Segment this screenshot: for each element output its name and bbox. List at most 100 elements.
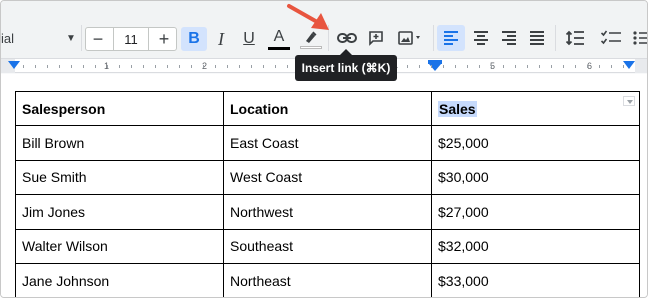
cell-menu-icon[interactable]: [623, 96, 635, 106]
ruler-tick: [191, 65, 192, 68]
ruler-tick: [623, 65, 624, 68]
align-left-button[interactable]: [437, 25, 465, 51]
ruler-tick: [83, 65, 84, 68]
ruler-tick: [575, 65, 576, 68]
checklist-button[interactable]: [597, 25, 625, 51]
insert-image-button[interactable]: [393, 25, 429, 51]
chevron-down-icon[interactable]: ▼: [63, 29, 79, 47]
ruler-tick: [215, 65, 216, 68]
line-spacing-button[interactable]: [561, 25, 589, 51]
ruler-tick: [155, 65, 156, 68]
ruler-tick: [203, 65, 204, 68]
ruler-tick: [59, 65, 60, 68]
table-header-row: Salesperson Location Sales: [15, 90, 640, 127]
ruler-tick: [539, 65, 540, 68]
annotation-arrow-icon: [287, 4, 329, 30]
table-row: Walter Wilson Southeast $32,000: [15, 228, 640, 264]
checklist-icon: [601, 30, 621, 45]
ruler-tick: [407, 65, 408, 68]
align-center-button[interactable]: [467, 25, 495, 51]
ruler-tick: [599, 65, 600, 68]
ruler-tick: [611, 65, 612, 68]
right-indent-marker[interactable]: [623, 61, 635, 69]
ruler-tick: [107, 65, 108, 68]
underline-icon: U: [243, 30, 255, 47]
table-cell[interactable]: West Coast: [223, 159, 432, 196]
font-family-value: ial: [1, 30, 15, 46]
text-color-swatch: [268, 47, 290, 50]
highlight-color-swatch: [300, 46, 322, 49]
selected-text: Sales: [438, 100, 477, 117]
ruler-tick: [47, 65, 48, 68]
table-cell[interactable]: East Coast: [223, 125, 432, 161]
ruler-tick: [467, 65, 468, 68]
table-row: Jim Jones Northwest $27,000: [15, 194, 640, 230]
ruler-tick: [419, 65, 420, 68]
header-cell-selected[interactable]: Sales: [431, 90, 640, 127]
table-cell[interactable]: Northwest: [223, 194, 432, 230]
table-cell[interactable]: Jane Johnson: [15, 262, 224, 297]
align-justify-icon: [530, 31, 544, 45]
add-comment-icon: [369, 31, 383, 46]
left-indent-marker[interactable]: [8, 61, 20, 69]
align-left-icon: [444, 31, 458, 45]
table-cell[interactable]: Northeast: [223, 262, 432, 297]
sales-table[interactable]: Salesperson Location Sales Bill Brown Ea…: [15, 90, 640, 297]
align-justify-button[interactable]: [523, 25, 551, 51]
minus-icon: −: [92, 28, 104, 49]
table-cell[interactable]: $33,000: [431, 262, 640, 297]
ruler-tick: [71, 65, 72, 68]
ruler-tick: [227, 65, 228, 68]
ruler-tick: [23, 65, 24, 68]
table-cell[interactable]: Jim Jones: [15, 194, 224, 230]
align-center-icon: [474, 31, 488, 45]
table-cell[interactable]: Sue Smith: [15, 159, 224, 196]
bold-button[interactable]: B: [181, 27, 207, 51]
table-cell[interactable]: $30,000: [431, 159, 640, 196]
table-cell[interactable]: Southeast: [223, 228, 432, 264]
table-cell[interactable]: $27,000: [431, 194, 640, 230]
ruler-tick: [431, 65, 432, 68]
ruler-tick: [239, 65, 240, 68]
table-row: Jane Johnson Northeast $33,000: [15, 262, 640, 297]
table-cell[interactable]: Walter Wilson: [15, 228, 224, 264]
italic-button[interactable]: I: [209, 27, 233, 51]
insert-link-tooltip: Insert link (⌘K): [295, 49, 397, 81]
align-right-icon: [502, 31, 516, 45]
toolbar-divider: [555, 25, 556, 51]
ruler-tick: [251, 65, 252, 68]
ruler-tick: [551, 65, 552, 68]
add-comment-button[interactable]: [363, 25, 389, 51]
align-right-button[interactable]: [495, 25, 523, 51]
ruler-tick: [167, 65, 168, 68]
table-cell[interactable]: $25,000: [431, 125, 640, 161]
ruler-tick: [275, 65, 276, 68]
toolbar-divider: [433, 25, 434, 51]
bulleted-list-button[interactable]: [629, 25, 647, 51]
header-cell[interactable]: Salesperson: [15, 90, 224, 127]
ruler-tick: [587, 65, 588, 68]
italic-icon: I: [218, 28, 224, 49]
font-size-input[interactable]: 11: [113, 28, 149, 50]
ruler-tick: [263, 65, 264, 68]
ruler-margin-right: [635, 59, 647, 73]
ruler-tick: [443, 65, 444, 68]
header-cell[interactable]: Location: [223, 90, 432, 127]
font-family-select[interactable]: ial: [1, 28, 61, 48]
ruler-tick: [119, 65, 120, 68]
ruler-tick: [131, 65, 132, 68]
ruler-tick: [95, 65, 96, 68]
ruler-tick: [503, 65, 504, 68]
ruler-tick: [143, 65, 144, 68]
decrease-font-size-button[interactable]: −: [86, 28, 110, 50]
table-row: Bill Brown East Coast $25,000: [15, 125, 640, 161]
table-cell[interactable]: Bill Brown: [15, 125, 224, 161]
ruler-tick: [35, 65, 36, 68]
table-cell[interactable]: $32,000: [431, 228, 640, 264]
increase-font-size-button[interactable]: +: [152, 28, 176, 50]
underline-button[interactable]: U: [237, 27, 261, 51]
document-page[interactable]: Salesperson Location Sales Bill Brown Ea…: [1, 74, 647, 297]
ruler-tick: [479, 65, 480, 68]
ruler-tick: [287, 65, 288, 68]
ruler-tick: [527, 65, 528, 68]
